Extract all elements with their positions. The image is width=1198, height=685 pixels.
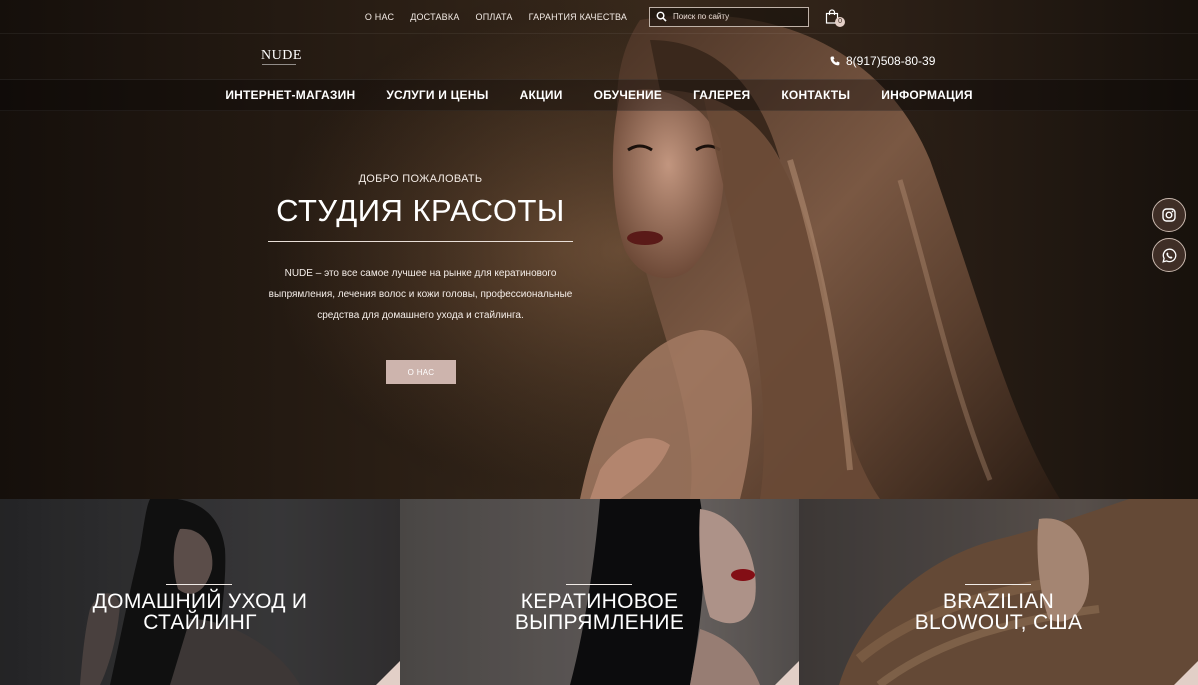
tile-corner-accent <box>1174 661 1198 685</box>
category-tile-brazilian-blowout[interactable]: BRAZILIAN BLOWOUT, США <box>799 499 1198 685</box>
tile-title-line2: ВЫПРЯМЛЕНИЕ <box>514 611 685 634</box>
tile-divider <box>566 584 632 585</box>
tile-title: ДОМАШНИЙ УХОД И СТАЙЛИНГ <box>0 591 400 633</box>
site-logo[interactable]: NUDE <box>261 48 302 64</box>
logo-underline <box>262 64 296 65</box>
category-tile-keratin[interactable]: КЕРАТИНОВОЕ ВЫПРЯМЛЕНИЕ <box>400 499 799 685</box>
category-tile-home-care[interactable]: ДОМАШНИЙ УХОД И СТАЙЛИНГ <box>0 499 400 685</box>
nav-item-shop[interactable]: ИНТЕРНЕТ-МАГАЗИН <box>210 88 371 102</box>
nav-item-gallery[interactable]: ГАЛЕРЕЯ <box>678 88 766 102</box>
tile-title-line1: КЕРАТИНОВОЕ <box>520 590 679 613</box>
nav-item-training[interactable]: ОБУЧЕНИЕ <box>578 88 677 102</box>
phone-contact[interactable]: 8(917)508-80-39 <box>830 54 935 68</box>
instagram-icon <box>1162 208 1176 222</box>
hero-description: NUDE – это все самое лучшее на рынке для… <box>268 268 573 321</box>
hero-title: СТУДИЯ КРАСОТЫ <box>276 193 565 228</box>
about-us-button[interactable]: О НАС <box>386 360 456 384</box>
tile-title-line1: BRAZILIAN <box>942 590 1055 613</box>
top-links: О НАС ДОСТАВКА ОПЛАТА ГАРАНТИЯ КАЧЕСТВА <box>357 12 635 22</box>
cart-count-badge: 0 <box>835 16 846 27</box>
hero-banner: О НАС ДОСТАВКА ОПЛАТА ГАРАНТИЯ КАЧЕСТВА … <box>0 0 1198 499</box>
hero-divider <box>268 241 573 242</box>
category-tiles: ДОМАШНИЙ УХОД И СТАЙЛИНГ КЕРАТИНОВОЕ ВЫП… <box>0 499 1198 685</box>
tile-title-line2: СТАЙЛИНГ <box>143 611 257 634</box>
divider <box>0 33 1198 34</box>
top-utility-bar: О НАС ДОСТАВКА ОПЛАТА ГАРАНТИЯ КАЧЕСТВА … <box>0 0 1198 33</box>
tile-title-line2: BLOWOUT, США <box>914 611 1083 634</box>
tile-corner-accent <box>376 661 400 685</box>
tile-corner-accent <box>775 661 799 685</box>
tile-title: КЕРАТИНОВОЕ ВЫПРЯМЛЕНИЕ <box>400 591 799 633</box>
search-box <box>649 6 810 27</box>
nav-item-contacts[interactable]: КОНТАКТЫ <box>766 88 866 102</box>
toplink-about[interactable]: О НАС <box>357 12 402 22</box>
tile-title: BRAZILIAN BLOWOUT, США <box>799 591 1198 633</box>
nav-item-services-prices[interactable]: УСЛУГИ И ЦЕНЫ <box>371 88 504 102</box>
toplink-quality-guarantee[interactable]: ГАРАНТИЯ КАЧЕСТВА <box>521 12 636 22</box>
tile-divider <box>965 584 1031 585</box>
hero-model-photo <box>260 0 1060 499</box>
toplink-delivery[interactable]: ДОСТАВКА <box>402 12 467 22</box>
whatsapp-button[interactable] <box>1152 238 1186 272</box>
toplink-payment[interactable]: ОПЛАТА <box>468 12 521 22</box>
tile-divider <box>166 584 232 585</box>
main-nav: ИНТЕРНЕТ-МАГАЗИН УСЛУГИ И ЦЕНЫ АКЦИИ ОБУ… <box>0 79 1198 111</box>
tile-title-line1: ДОМАШНИЙ УХОД И <box>92 590 308 613</box>
nav-item-promotions[interactable]: АКЦИИ <box>504 88 578 102</box>
nav-item-information[interactable]: ИНФОРМАЦИЯ <box>866 88 988 102</box>
phone-icon <box>830 56 840 66</box>
hero-welcome-text: ДОБРО ПОЖАЛОВАТЬ <box>358 173 483 185</box>
search-input[interactable] <box>673 12 803 21</box>
instagram-button[interactable] <box>1152 198 1186 232</box>
cart-button[interactable]: 0 <box>825 8 846 27</box>
phone-number: 8(917)508-80-39 <box>846 54 936 68</box>
search-icon[interactable] <box>656 11 667 22</box>
whatsapp-icon <box>1161 248 1176 263</box>
